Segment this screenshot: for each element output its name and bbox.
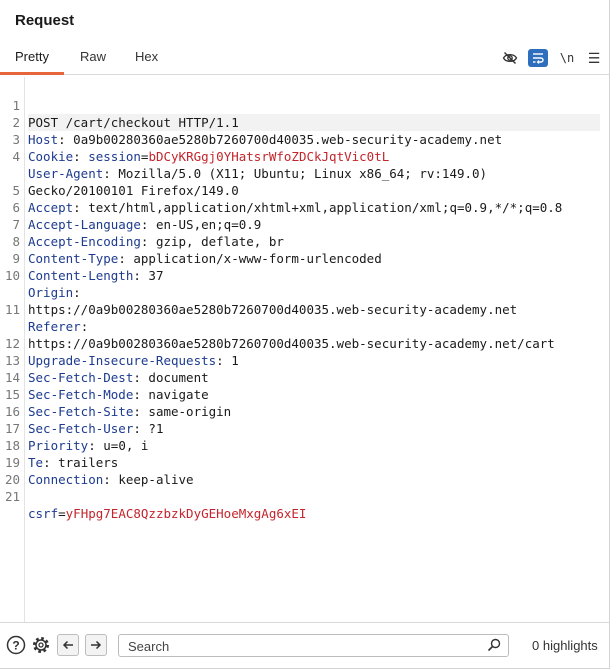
bottom-bar: ? Search 0 highlights [0,622,610,669]
blank-line: 20 [4,472,20,487]
word-wrap-icon[interactable] [528,49,548,67]
header-line: 16 Sec-Fetch-User: ?1 [4,404,164,436]
highlights-count: 0 highlights [532,638,598,653]
header-line-continuation: https://0a9b00280360ae5280b7260700d40035… [28,336,555,351]
header-line: 4 User-Agent: Mozilla/5.0 (X11; Ubuntu; … [12,149,488,181]
request-editor[interactable]: 1 POST /cart/checkout HTTP/1.1 2 Host: 0… [0,77,610,622]
header-line: 17 Priority: u=0, i [4,421,149,453]
request-panel: Request Pretty Raw Hex \n ☰ 1 POST /cart… [0,0,610,669]
header-line: 3 Cookie: session=bDCyKRGgj0YHatsrWfoZDC… [12,132,390,164]
tab-pretty[interactable]: Pretty [0,40,64,75]
panel-title: Request [15,12,75,29]
magnifier-icon[interactable] [487,638,501,652]
request-line: 1 POST /cart/checkout HTTP/1.1 [0,80,604,131]
header-line: 19 Connection: keep-alive [4,455,194,487]
arrow-left-icon[interactable] [57,634,79,656]
svg-text:?: ? [12,639,19,653]
hamburger-menu-icon[interactable]: ☰ [584,48,604,68]
header-line-continuation: https://0a9b00280360ae5280b7260700d40035… [28,302,518,317]
header-line: 12 Upgrade-Insecure-Requests: 1 [4,336,239,368]
newline-toggle-button[interactable]: \n [557,48,577,68]
header-line: 5 Accept: text/html,application/xhtml+xm… [12,183,563,215]
header-line: 15 Sec-Fetch-Site: same-origin [4,387,232,419]
search-box[interactable] [118,634,509,657]
header-line: 11 Referer: [4,302,89,334]
header-line: 13 Sec-Fetch-Dest: document [4,353,209,385]
header-line: 8 Content-Type: application/x-www-form-u… [12,234,382,266]
gear-icon[interactable] [31,635,51,655]
header-line: 6 Accept-Language: en-US,en;q=0.9 [12,200,262,232]
eye-slash-icon[interactable] [500,48,520,68]
tab-raw[interactable]: Raw [65,40,121,74]
header-line: 14 Sec-Fetch-Mode: navigate [4,370,209,402]
tab-hex[interactable]: Hex [120,40,173,74]
help-icon[interactable]: ? [6,635,26,655]
search-input[interactable] [126,637,490,656]
header-line: 2 Host: 0a9b00280360ae5280b7260700d40035… [12,115,503,147]
body-line: 21 csrf=yFHpg7EAC8QzzbzkDyGEHoeMxgAg6xEI [4,489,307,521]
header-line: 18 Te: trailers [4,438,119,470]
header-line: 10 Origin: [4,268,81,300]
header-line: 9 Content-Length: 37 [12,251,164,283]
header-line-continuation: Gecko/20100101 Firefox/149.0 [28,183,239,198]
arrow-right-icon[interactable] [85,634,107,656]
header-line: 7 Accept-Encoding: gzip, deflate, br [12,217,284,249]
